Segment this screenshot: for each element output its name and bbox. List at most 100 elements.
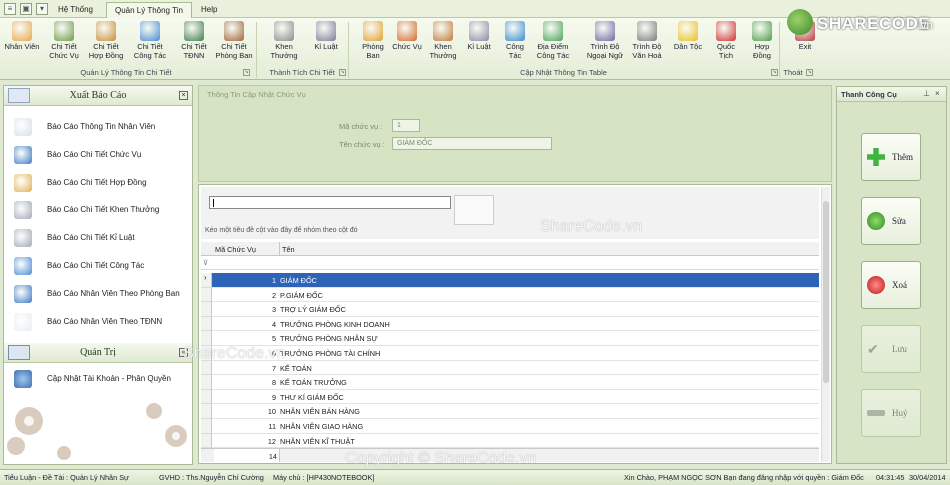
ribbon-button-icon	[363, 21, 383, 41]
scroll-thumb[interactable]	[823, 201, 829, 383]
cell-ten: P.GIÁM ĐỐC	[280, 290, 323, 300]
cell-ten: NHÂN VIÊN GIAO HÀNG	[280, 422, 364, 431]
cell-ma-chuc-vu: 11	[268, 422, 276, 431]
group-expand-icon[interactable]: ↘	[806, 69, 813, 76]
ribbon-button-group2-1[interactable]: Kỉ Luật	[306, 21, 346, 51]
ribbon-button-group1-4[interactable]: Chi Tiết TĐNN	[174, 21, 214, 60]
ribbon-button-group3-5[interactable]: Địa Điểm Công Tác	[533, 21, 573, 60]
grid-search-input[interactable]	[209, 196, 451, 209]
row-header[interactable]	[201, 375, 212, 390]
table-row[interactable]: 7 KẾ TOÁN	[212, 361, 819, 376]
table-row[interactable]: 2 P.GIÁM ĐỐC	[212, 288, 819, 303]
report-item[interactable]: Báo Cáo Nhân Viên Theo TĐNN	[12, 311, 190, 333]
ribbon-button-group1-2[interactable]: Chi Tiết Hợp Đồng	[86, 21, 126, 60]
column-header-ten[interactable]: Tên	[282, 245, 295, 254]
row-header[interactable]	[201, 302, 212, 317]
table-row[interactable]: 9 THƯ KÍ GIÁM ĐỐC	[212, 390, 819, 405]
ribbon-button-group1-5[interactable]: Chi Tiết Phòng Ban	[214, 21, 254, 60]
table-row[interactable]: 8 KẾ TOÁN TRƯỞNG	[212, 375, 819, 390]
tab-help[interactable]: Help	[193, 2, 225, 18]
row-header[interactable]	[201, 331, 212, 346]
ribbon-button-group1-0[interactable]: Nhân Viên	[2, 21, 42, 51]
ten-chuc-vu-field[interactable]: GIÁM ĐỐC	[392, 137, 552, 150]
group-expand-icon[interactable]: ↘	[771, 69, 778, 76]
cancel-button[interactable]: Huỷ	[861, 389, 921, 437]
table-row[interactable]: 1 GIÁM ĐỐC	[212, 273, 819, 288]
table-row[interactable]: 3 TRỢ LÝ GIÁM ĐỐC	[212, 302, 819, 317]
logo-text: SHARECODE	[817, 14, 931, 33]
ribbon-button-group3-6[interactable]: Trình Độ Ngoại Ngữ	[585, 21, 625, 60]
qat-dropdown-icon[interactable]: ▾	[36, 3, 48, 15]
ribbon-button-group3-1[interactable]: Chức Vụ	[387, 21, 427, 51]
add-button[interactable]: Thêm	[861, 133, 921, 181]
table-row[interactable]: 5 TRƯỞNG PHÒNG NHÂN SỰ	[212, 331, 819, 346]
ma-chuc-vu-field[interactable]: 1	[392, 119, 420, 132]
report-item[interactable]: Báo Cáo Nhân Viên Theo Phòng Ban	[12, 283, 190, 305]
row-header[interactable]	[201, 419, 212, 434]
collapse-icon[interactable]: ×	[179, 91, 188, 100]
report-item[interactable]: Báo Cáo Chi Tiết Hợp Đồng	[12, 172, 190, 194]
group-expand-icon[interactable]: ↘	[243, 69, 250, 76]
filter-icon: ⊽	[203, 260, 209, 267]
row-header[interactable]	[201, 389, 212, 405]
save-button[interactable]: ✔ Lưu	[861, 325, 921, 373]
group-expand-icon[interactable]: ↘	[339, 69, 346, 76]
report-item[interactable]: Báo Cáo Thông Tin Nhân Viên	[12, 116, 190, 138]
ten-chuc-vu-label: Tên chức vụ :	[339, 140, 385, 149]
table-row[interactable]: 12 NHÂN VIÊN KĨ THUẬT	[212, 434, 819, 449]
tab-he-thong[interactable]: Hệ Thống	[50, 2, 101, 18]
quick-access-icon[interactable]: ▣	[20, 3, 32, 15]
ribbon-button-group3-4[interactable]: Công Tác	[495, 21, 535, 60]
cell-ma-chuc-vu: 1	[271, 276, 276, 285]
ribbon-button-group3-8[interactable]: Dân Tộc	[668, 21, 708, 51]
row-header[interactable]: ›	[201, 273, 212, 288]
row-header[interactable]	[201, 346, 212, 361]
table-row[interactable]: 11 NHÂN VIÊN GIAO HÀNG	[212, 419, 819, 434]
ribbon-button-label: Trình Độ Văn Hoá	[632, 42, 662, 60]
app-menu-icon[interactable]: ≡	[4, 3, 16, 15]
edit-button[interactable]: Sửa	[861, 197, 921, 245]
grid-scrollbar[interactable]	[821, 187, 830, 462]
report-item[interactable]: Báo Cáo Chi Tiết Khen Thưởng	[12, 199, 190, 221]
row-header[interactable]	[201, 404, 212, 419]
ribbon-button-group3-10[interactable]: Hợp Đồng	[742, 21, 782, 60]
ribbon-button-group1-3[interactable]: Chi Tiết Công Tác	[130, 21, 170, 60]
ribbon-button-group3-9[interactable]: Quốc Tịch	[706, 21, 746, 60]
ribbon-button-group1-1[interactable]: Chi Tiết Chức Vụ	[44, 21, 84, 60]
grid-find-button[interactable]	[454, 195, 494, 225]
ribbon-button-label: Địa Điểm Công Tác	[536, 42, 570, 60]
grid-filter-row[interactable]: ⊽	[201, 256, 819, 270]
ribbon-button-group3-7[interactable]: Trình Độ Văn Hoá	[627, 21, 667, 60]
row-header[interactable]	[201, 287, 212, 303]
ribbon-button-group3-3[interactable]: Kỉ Luật	[459, 21, 499, 51]
ribbon-button-group2-0[interactable]: Khen Thưởng	[264, 21, 304, 60]
cell-ten: KẾ TOÁN TRƯỞNG	[280, 378, 347, 388]
report-item[interactable]: Báo Cáo Chi Tiết Công Tác	[12, 255, 190, 277]
ribbon-button-group3-2[interactable]: Khen Thưởng	[423, 21, 463, 60]
ribbon-button-label: Nhân Viên	[4, 42, 40, 51]
report-item[interactable]: Báo Cáo Chi Tiết Chức Vụ	[12, 144, 190, 166]
page-icon	[14, 312, 32, 331]
admin-item-label: Cập Nhật Tài Khoản - Phân Quyền	[47, 374, 171, 383]
pin-icon[interactable]: ⊥	[923, 89, 930, 98]
cell-ma-chuc-vu: 5	[271, 334, 276, 344]
report-item-label: Báo Cáo Thông Tin Nhân Viên	[47, 122, 156, 131]
delete-button[interactable]: Xoá	[861, 261, 921, 309]
cell-ten: TRƯỞNG PHÒNG KINH DOANH	[280, 319, 390, 329]
column-header-ma-chuc-vu[interactable]: Mã Chức Vụ	[215, 245, 256, 254]
add-button-label: Thêm	[892, 152, 913, 162]
report-item-label: Báo Cáo Nhân Viên Theo TĐNN	[47, 316, 163, 326]
table-row[interactable]: 6 TRƯỞNG PHÒNG TÀI CHÍNH	[212, 346, 819, 361]
admin-item-cap-nhat-tai-khoan[interactable]: Cập Nhật Tài Khoản - Phân Quyền	[12, 368, 190, 390]
row-header[interactable]	[201, 360, 212, 376]
report-item[interactable]: Báo Cáo Chi Tiết Kỉ Luật	[12, 227, 190, 249]
table-row[interactable]: 4 TRƯỞNG PHÒNG KINH DOANH	[212, 317, 819, 332]
tab-quan-ly-thong-tin[interactable]: Quản Lý Thông Tin	[106, 2, 192, 18]
row-header[interactable]	[201, 316, 212, 332]
ribbon-button-icon	[140, 21, 160, 41]
table-row[interactable]: 10 NHÂN VIÊN BÁN HÀNG	[212, 404, 819, 419]
close-icon[interactable]: ×	[935, 89, 940, 98]
row-header[interactable]	[201, 433, 212, 449]
collapse-icon[interactable]: «	[179, 348, 188, 357]
ribbon-button-icon	[316, 21, 336, 41]
